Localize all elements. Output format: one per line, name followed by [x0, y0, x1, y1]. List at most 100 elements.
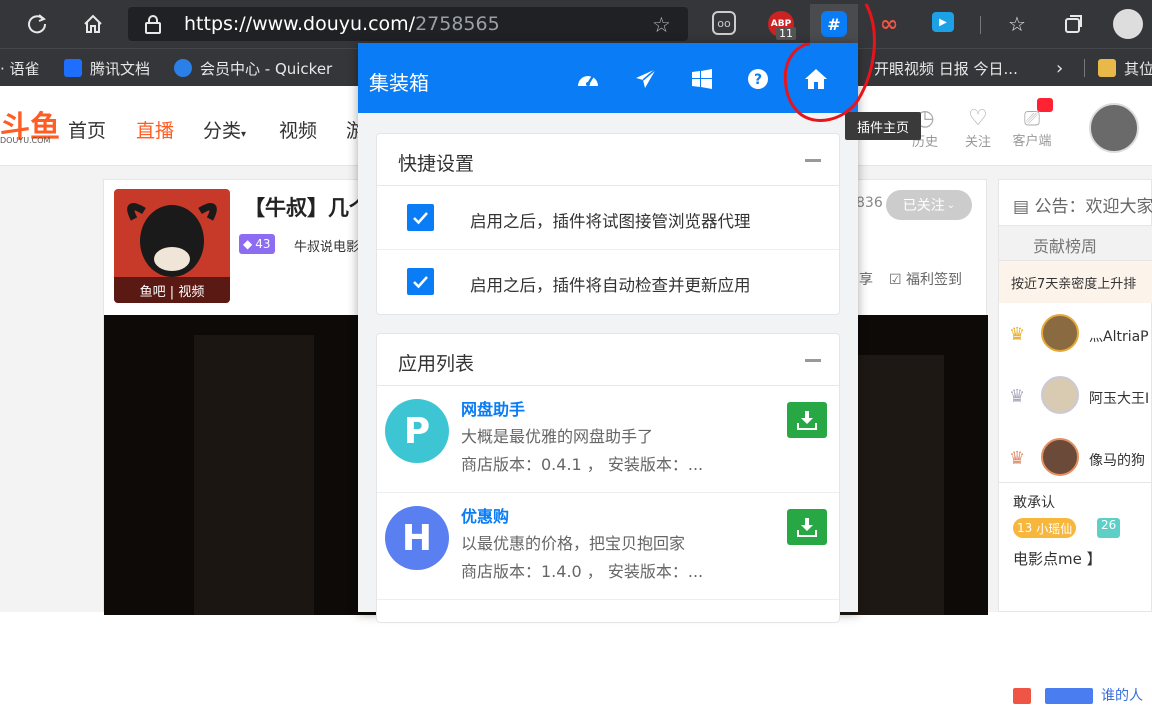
paper-plane-icon[interactable] [630, 63, 662, 95]
lock-icon[interactable] [144, 14, 162, 38]
checkin-button[interactable]: ☑ 福利签到 [889, 269, 962, 289]
setting-label: 启用之后，插件将自动检查并更新应用 [470, 276, 751, 295]
checkbox-checked-icon[interactable] [407, 268, 434, 295]
collapse-icon[interactable] [805, 359, 821, 362]
rank-note: 按近7天亲密度上升排 [1011, 277, 1137, 292]
chat-user[interactable]: 谁的人 [1101, 685, 1143, 705]
rank-avatar[interactable] [1041, 438, 1079, 476]
setting-row[interactable]: 启用之后，插件将试图接管浏览器代理 [377, 186, 839, 250]
app-desc: 大概是最优雅的网盘助手了 [461, 427, 654, 446]
hash-ext-icon[interactable]: # [821, 11, 847, 37]
thumb-caption[interactable]: 鱼吧 | 视频 [114, 277, 230, 303]
tv-ext-icon[interactable]: ▶ [932, 12, 954, 32]
room-thumbnail[interactable]: 鱼吧 | 视频 [114, 189, 230, 303]
fans-count: 836 [856, 195, 883, 211]
user-avatar[interactable] [1089, 103, 1139, 153]
nav-category-label: 分类 [203, 120, 242, 142]
dashboard-icon[interactable] [572, 63, 604, 95]
video-frame-shadow [194, 335, 314, 615]
setting-row[interactable]: 启用之后，插件将自动检查并更新应用 [377, 250, 839, 314]
right-sidebar: ▤ 公告：欢迎大家 贡献榜周 按近7天亲密度上升排 ♛ 灬AltriaP ♛ 阿… [998, 179, 1152, 704]
browser-toolbar: https://www.douyu.com/2758565 ☆ oo ABP 1… [0, 0, 1152, 48]
app-name[interactable]: 网盘助手 [461, 396, 525, 420]
nav-live[interactable]: 直播 [136, 116, 174, 143]
refresh-icon[interactable] [22, 9, 52, 39]
app-desc: 以最优惠的价格，把宝贝抱回家 [461, 534, 686, 553]
reader-ext-icon[interactable]: oo [712, 11, 736, 35]
tab-contribution[interactable]: 贡献榜周 [1033, 233, 1097, 257]
rank-avatar[interactable] [1041, 314, 1079, 352]
heart-icon: ♡ [968, 106, 988, 131]
follow-list-button[interactable]: ♡ 关注 [958, 106, 998, 150]
collections-icon[interactable] [1058, 9, 1088, 39]
home-icon[interactable] [78, 9, 108, 39]
user-level-badge: 26 [1097, 518, 1121, 538]
nav-video[interactable]: 视频 [279, 116, 317, 143]
fan-badge-name: 小瑶仙 [1036, 521, 1073, 536]
app-item[interactable]: P 网盘助手 大概是最优雅的网盘助手了 商店版本：0.4.1 ， 安装版本：..… [377, 386, 839, 493]
share-button[interactable]: 享 [859, 269, 873, 289]
url-text: https://www.douyu.com/2758565 [184, 13, 500, 35]
bookmark-folder[interactable]: 其位 [1098, 49, 1152, 87]
star-icon[interactable]: ☆ [652, 13, 671, 37]
checkbox-checked-icon[interactable] [407, 204, 434, 231]
tooltip: 插件主页 [845, 112, 921, 140]
windows-icon[interactable] [686, 63, 718, 95]
nav-category[interactable]: 分类▾ [203, 116, 246, 143]
bookmark-quicker[interactable]: 会员中心 - Quicker [174, 49, 332, 87]
crown-silver-icon: ♛ [1009, 386, 1026, 407]
app-version: 商店版本：1.4.0 ， 安装版本：... [461, 562, 704, 581]
popup-title: 集装箱 [369, 71, 429, 95]
download-button[interactable] [787, 402, 827, 438]
rank-avatar[interactable] [1041, 376, 1079, 414]
caret-down-icon: ▾ [241, 129, 247, 140]
follow-button[interactable]: 已关注 ⌄ [886, 190, 972, 220]
bookmark-yuque[interactable]: · 语雀 [0, 49, 40, 87]
crown-gold-icon: ♛ [1009, 324, 1026, 345]
collapse-icon[interactable] [805, 159, 821, 162]
chevron-right-icon[interactable]: › [1056, 49, 1063, 87]
rank-name[interactable]: 像马的狗 [1089, 450, 1145, 470]
app-avatar: H [385, 506, 449, 570]
calendar-icon: ☑ [889, 272, 907, 288]
site-logo-sub: DOUYU.COM [0, 136, 51, 145]
client-button[interactable]: ⎚ 客户端 [1010, 106, 1054, 149]
download-button[interactable] [787, 509, 827, 545]
help-icon[interactable]: ? [742, 63, 774, 95]
notice-text: ▤ 公告：欢迎大家 [1013, 192, 1152, 217]
toolbar-divider [980, 16, 981, 34]
follow-label: 关注 [964, 135, 991, 150]
bookmark-label: 会员中心 - Quicker [200, 59, 333, 78]
rank-name[interactable]: 阿玉大王I [1089, 388, 1149, 408]
tencent-docs-icon [64, 59, 82, 77]
abp-badge: 11 [776, 27, 796, 40]
bookmark-divider [1084, 59, 1085, 77]
level-badge: ◆ 43 [239, 234, 275, 254]
setting-label: 启用之后，插件将试图接管浏览器代理 [470, 212, 751, 231]
address-bar[interactable]: https://www.douyu.com/2758565 ☆ [128, 7, 688, 41]
chat-divider [999, 482, 1152, 483]
notice-label: 公告：欢迎大家 [1034, 197, 1152, 217]
bookmark-label: · 语雀 [0, 59, 40, 78]
bookmark-kaiyan[interactable]: 开眼视频 日报 今日... [874, 49, 1018, 87]
profile-avatar[interactable] [1113, 9, 1143, 39]
svg-text:?: ? [754, 72, 762, 88]
bookmark-tencent-docs[interactable]: 腾讯文档 [64, 49, 150, 87]
crown-bronze-icon: ♛ [1009, 448, 1026, 469]
app-item[interactable]: H 优惠购 以最优惠的价格，把宝贝抱回家 商店版本：1.4.0 ， 安装版本：.… [377, 493, 839, 600]
chat-line: 电影点me 】 [1013, 550, 1102, 568]
infinity-ext-icon[interactable]: ∞ [876, 11, 902, 37]
url-host: https://www.douyu.com/ [184, 13, 416, 35]
nav-home[interactable]: 首页 [68, 116, 106, 143]
download-icon [797, 411, 817, 430]
bookmark-label: 其位 [1124, 59, 1152, 78]
folder-icon [1098, 59, 1116, 77]
rank-name[interactable]: 灬AltriaP [1089, 326, 1149, 346]
home-icon[interactable] [800, 63, 832, 95]
fan-badge: 13 小瑶仙 [1013, 518, 1077, 538]
streamer-name[interactable]: 牛叔说电影 [294, 236, 359, 255]
level-value: 43 [255, 237, 271, 251]
favorites-icon[interactable]: ☆ [1002, 9, 1032, 39]
app-name[interactable]: 优惠购 [461, 503, 509, 527]
client-badge [1037, 98, 1053, 112]
